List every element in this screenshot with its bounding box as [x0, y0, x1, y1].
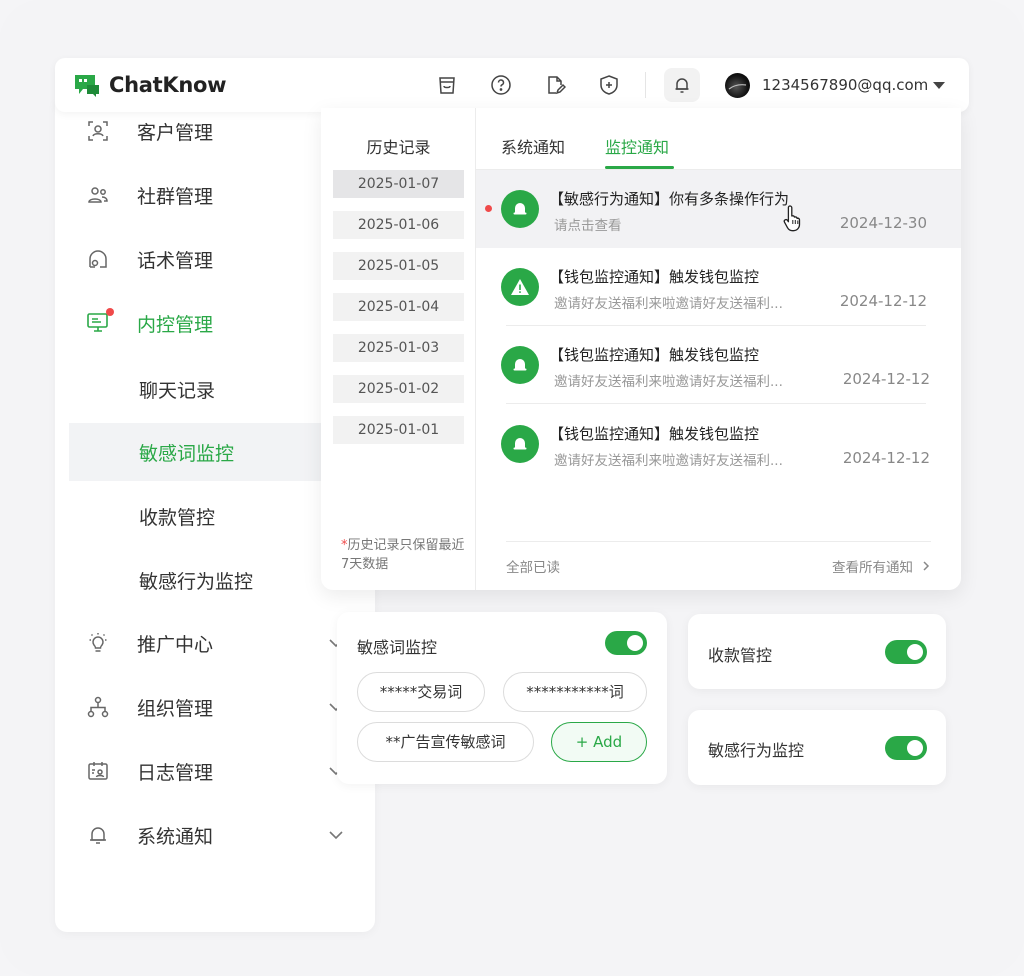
bulb-icon	[85, 630, 111, 656]
help-icon[interactable]	[489, 73, 513, 97]
bell-icon	[675, 78, 689, 93]
sidebar-item-label: 内控管理	[137, 313, 214, 336]
group-icon	[85, 182, 111, 208]
notification-tabs: 系统通知 监控通知	[476, 108, 961, 170]
history-date-item[interactable]: 2025-01-05	[333, 252, 464, 280]
sidebar-subitem-label: 敏感词监控	[139, 442, 235, 465]
history-title: 历史记录	[366, 138, 431, 157]
divider	[506, 403, 926, 404]
chat-logo-icon	[73, 73, 101, 97]
avatar[interactable]	[725, 73, 750, 98]
keyword-chip[interactable]: ***********词	[503, 672, 647, 712]
sidebar-subitem-label: 收款管控	[139, 506, 216, 529]
sensitive-words-toggle[interactable]	[605, 631, 647, 655]
bell-icon	[501, 425, 539, 463]
app-frame: 客户管理 社群管理 话术管理 内控管理 聊天记录 敏感词监控 收款管控 敏感行为…	[0, 0, 1024, 976]
sidebar-item-logs[interactable]: 日志管理	[55, 742, 375, 800]
keyword-chip[interactable]: **广告宣传敏感词	[357, 722, 534, 762]
warning-icon	[501, 268, 539, 306]
tab-system-notifications[interactable]: 系统通知	[501, 134, 565, 158]
shield-icon[interactable]	[597, 73, 621, 97]
notification-date: 2024-12-30	[839, 214, 927, 232]
header-icons	[435, 58, 651, 112]
user-menu-caret-icon[interactable]	[933, 82, 945, 89]
sidebar-subitem-label: 聊天记录	[139, 379, 216, 402]
hand-cursor-icon	[783, 205, 801, 232]
history-column: 历史记录 2025-01-07 2025-01-06 2025-01-05 20…	[321, 108, 476, 590]
app-logo[interactable]: ChatKnow	[73, 73, 227, 97]
history-date-item[interactable]: 2025-01-02	[333, 375, 464, 403]
sidebar-item-label: 客户管理	[137, 121, 214, 144]
mark-all-read-button[interactable]: 全部已读	[506, 556, 560, 576]
unread-dot	[106, 308, 114, 316]
notification-desc: 邀请好友送福利来啦邀请好友送福利...	[554, 453, 783, 469]
bell-icon	[501, 346, 539, 384]
org-icon	[85, 694, 111, 720]
payment-control-card: 收款管控	[688, 614, 946, 689]
keyword-chip[interactable]: *****交易词	[357, 672, 485, 712]
notification-title: 【敏感行为通知】你有多条操作行为	[549, 190, 790, 208]
sidebar-item-label: 话术管理	[137, 249, 214, 272]
sidebar-item-label: 组织管理	[137, 697, 214, 720]
notification-date: 2024-12-12	[842, 370, 930, 388]
app-name: ChatKnow	[109, 73, 227, 97]
header-divider	[645, 72, 646, 98]
card-title: 敏感行为监控	[708, 741, 805, 760]
notification-title: 【钱包监控通知】触发钱包监控	[549, 346, 760, 364]
sidebar-item-promotion[interactable]: 推广中心	[55, 614, 375, 672]
sidebar-subitem-label: 敏感行为监控	[139, 570, 254, 593]
sidebar-item-system-notifications[interactable]: 系统通知	[55, 806, 375, 864]
sensitive-behavior-toggle[interactable]	[885, 736, 927, 760]
history-date-item[interactable]: 2025-01-01	[333, 416, 464, 444]
sidebar-item-organization[interactable]: 组织管理	[55, 678, 375, 736]
view-all-notifications-link[interactable]: 查看所有通知	[832, 556, 933, 576]
notification-desc: 邀请好友送福利来啦邀请好友送福利...	[554, 296, 783, 312]
chevron-down-icon	[329, 831, 343, 840]
notification-item[interactable]: 【钱包监控通知】触发钱包监控 邀请好友送福利来啦邀请好友送福利... 2024-…	[476, 405, 961, 483]
active-tab-indicator	[605, 166, 674, 169]
card-title: 收款管控	[708, 646, 773, 665]
card-title: 敏感词监控	[357, 638, 438, 657]
history-date-item[interactable]: 2025-01-07	[333, 170, 464, 198]
notification-bell-button[interactable]	[664, 68, 700, 102]
customer-icon	[85, 118, 111, 144]
payment-control-toggle[interactable]	[885, 640, 927, 664]
history-date-item[interactable]: 2025-01-03	[333, 334, 464, 362]
sidebar-item-label: 推广中心	[137, 633, 214, 656]
notification-title: 【钱包监控通知】触发钱包监控	[549, 268, 760, 286]
shop-icon[interactable]	[435, 73, 459, 97]
history-date-item[interactable]: 2025-01-06	[333, 211, 464, 239]
notification-item[interactable]: 【钱包监控通知】触发钱包监控 邀请好友送福利来啦邀请好友送福利... 2024-…	[476, 248, 961, 326]
notification-panel: 历史记录 2025-01-07 2025-01-06 2025-01-05 20…	[321, 108, 961, 590]
sensitive-behavior-card: 敏感行为监控	[688, 710, 946, 785]
tab-monitor-notifications[interactable]: 监控通知	[605, 134, 669, 158]
sensitive-words-card: 敏感词监控 *****交易词 ***********词 **广告宣传敏感词 + …	[337, 612, 667, 784]
notification-item[interactable]: 【敏感行为通知】你有多条操作行为 请点击查看 2024-12-30	[476, 170, 961, 248]
notification-title: 【钱包监控通知】触发钱包监控	[549, 425, 760, 443]
history-date-item[interactable]: 2025-01-04	[333, 293, 464, 321]
notification-date: 2024-12-12	[839, 292, 927, 310]
bell-icon	[85, 822, 111, 848]
user-email[interactable]: 1234567890@qq.com	[762, 76, 928, 94]
chevron-right-icon	[923, 561, 930, 571]
sidebar-item-label: 社群管理	[137, 185, 214, 208]
script-icon	[85, 246, 111, 272]
sidebar-item-label: 日志管理	[137, 761, 214, 784]
add-keyword-button[interactable]: + Add	[551, 722, 647, 762]
notification-desc: 邀请好友送福利来啦邀请好友送福利...	[554, 374, 783, 390]
notification-desc: 请点击查看	[554, 218, 622, 234]
sidebar-item-label: 系统通知	[137, 825, 214, 848]
notification-date: 2024-12-12	[842, 449, 930, 467]
log-icon	[85, 758, 111, 784]
history-note-text: 历史记录只保留最近7天数据	[341, 538, 465, 572]
top-bar: ChatKnow 1234567890@qq.com	[55, 58, 969, 112]
divider	[506, 541, 931, 542]
notification-item[interactable]: 【钱包监控通知】触发钱包监控 邀请好友送福利来啦邀请好友送福利... 2024-…	[476, 326, 961, 404]
edit-doc-icon[interactable]	[543, 73, 567, 97]
unread-dot	[485, 205, 492, 212]
view-all-label: 查看所有通知	[832, 560, 913, 576]
bell-icon	[501, 190, 539, 228]
history-retention-note: *历史记录只保留最近7天数据	[341, 536, 466, 574]
